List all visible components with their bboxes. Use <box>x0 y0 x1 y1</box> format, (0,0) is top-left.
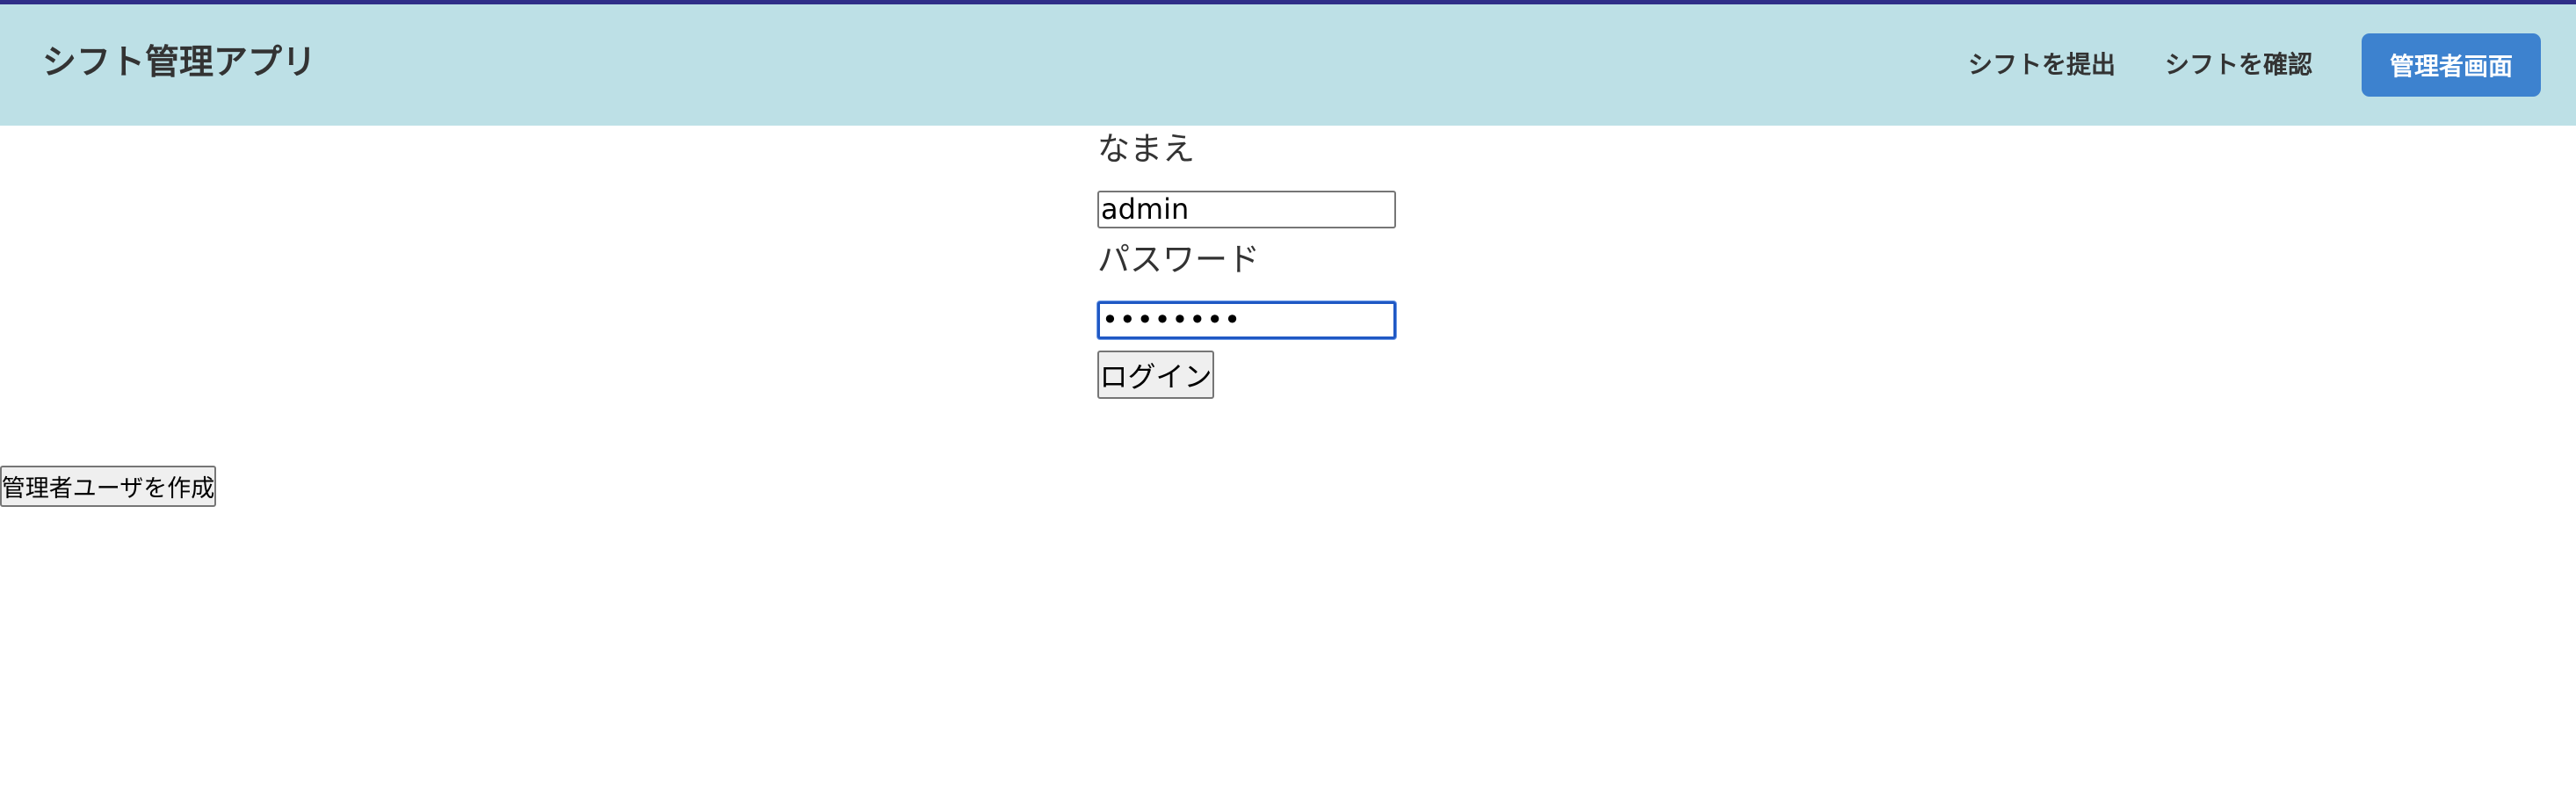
app-title[interactable]: シフト管理アプリ <box>42 43 316 84</box>
password-label: パスワード <box>1097 241 1260 279</box>
password-input[interactable]: •••••••• <box>1097 301 1396 339</box>
nav-submit-shift-link[interactable]: シフトを提出 <box>1968 50 2116 80</box>
admin-screen-button[interactable]: 管理者画面 <box>2362 33 2541 97</box>
nav-check-shift-link[interactable]: シフトを確認 <box>2165 50 2312 80</box>
name-input[interactable]: admin <box>1097 191 1396 228</box>
create-admin-user-button[interactable]: 管理者ユーザを作成 <box>0 466 216 507</box>
login-button[interactable]: ログイン <box>1097 351 1214 399</box>
name-label: なまえ <box>1097 130 1195 168</box>
navbar: シフト管理アプリ シフトを提出 シフトを確認 管理者画面 <box>0 4 2576 126</box>
